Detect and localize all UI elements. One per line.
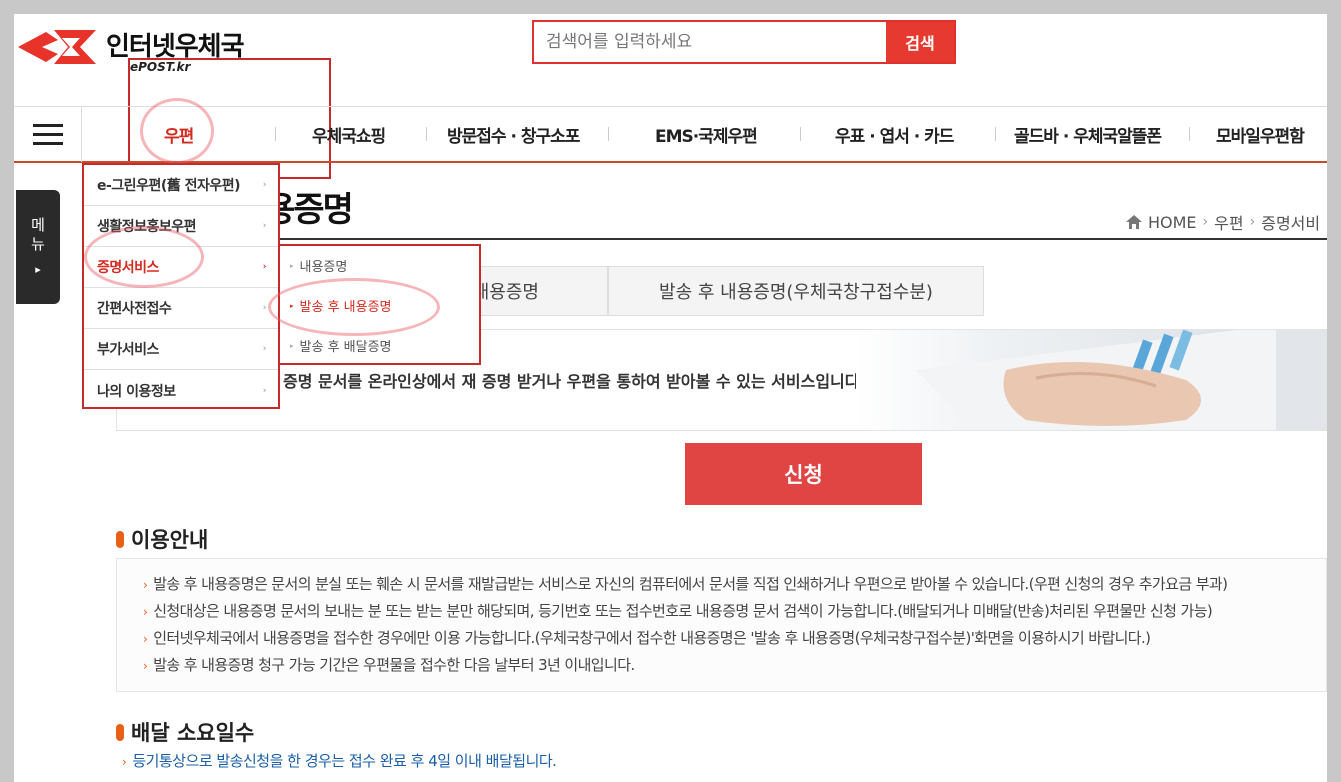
home-icon [1126, 215, 1142, 229]
nav-item-ems[interactable]: EMS·국제우편 [655, 107, 758, 162]
bullet-icon: ▸ [290, 261, 294, 270]
chevron-right-icon: › [262, 303, 267, 313]
bullet-icon: ▸ [290, 341, 294, 350]
epost-logo-icon [18, 30, 96, 64]
breadcrumb-cert[interactable]: 증명서비 [1261, 210, 1320, 234]
cert-submenu: ▸ 내용증명 ▸ 발송 후 내용증명 ▸ 발송 후 배달증명 [278, 244, 481, 365]
submenu-item-post-send-cert[interactable]: ▸ 발송 후 내용증명 [280, 286, 479, 325]
list-item: › 발송 후 내용증명은 문서의 분실 또는 훼손 시 문서를 재발급받는 서비스… [143, 575, 1228, 593]
apply-button[interactable]: 신청 [685, 443, 922, 505]
side-menu-tab[interactable]: 메 뉴 ▸ [16, 190, 60, 304]
dropdown-item-pre-register[interactable]: 간편사전접수 › [84, 288, 278, 329]
chevron-right-icon: › [262, 221, 267, 231]
chevron-right-icon: › [262, 180, 267, 190]
breadcrumb-post[interactable]: 우편 [1214, 210, 1243, 234]
breadcrumb: HOME › 우편 › 증명서비 [1126, 210, 1320, 234]
chevron-right-icon: › [262, 344, 267, 354]
bullet-icon: ▸ [290, 301, 294, 310]
site-logo[interactable]: 인터넷우체국 ePOST.kr [18, 22, 331, 179]
hamburger-icon [32, 121, 63, 148]
page: 인터넷우체국 ePOST.kr 검색 우편 우체국쇼핑 방문접수 · 창구소포 … [14, 14, 1327, 782]
chevron-right-icon: › [262, 262, 267, 272]
main-nav: 우편 우체국쇼핑 방문접수 · 창구소포 EMS·국제우편 우표 · 엽서 · … [14, 106, 1327, 163]
submenu-item-content-cert[interactable]: ▸ 내용증명 [280, 246, 479, 285]
nav-item-goldbar[interactable]: 골드바 · 우체국알뜰폰 [1014, 107, 1162, 162]
search-button[interactable]: 검색 [886, 22, 954, 62]
guide-list: › 발송 후 내용증명은 문서의 분실 또는 훼손 시 문서를 재발급받는 서비스… [116, 558, 1327, 692]
search-input[interactable] [534, 22, 886, 62]
bullet-icon: › [143, 632, 148, 646]
submenu-item-delivery-cert[interactable]: ▸ 발송 후 배달증명 [280, 326, 479, 365]
guide-heading: 이용안내 [116, 524, 208, 554]
bullet-icon: › [122, 755, 127, 769]
bullet-icon: › [143, 659, 148, 673]
arrow-right-icon: ▸ [35, 262, 41, 276]
dropdown-item-egreen[interactable]: e-그린우편(舊 전자우편) › [84, 165, 278, 206]
dropdown-item-cert-service[interactable]: 증명서비스 › [84, 247, 278, 288]
dropdown-item-info-mail[interactable]: 생활정보홍보우편 › [84, 206, 278, 247]
post-dropdown-menu: e-그린우편(舊 전자우편) › 생활정보홍보우편 › 증명서비스 › 간편사전접수 ›… [82, 163, 280, 409]
nav-item-mobile[interactable]: 모바일우편함 [1216, 107, 1305, 162]
nav-item-stamps[interactable]: 우표 · 엽서 · 카드 [835, 107, 954, 162]
dropdown-item-my-info[interactable]: 나의 이용정보 › [84, 370, 278, 411]
nav-item-shopping[interactable]: 우체국쇼핑 [312, 107, 386, 162]
bullet-icon: › [143, 578, 148, 592]
search-box: 검색 [532, 20, 956, 64]
delivery-text: › 등기통상으로 발송신청을 한 경우는 접수 완료 후 4일 이내 배달됩니다. [122, 752, 557, 770]
chevron-right-icon: › [262, 385, 267, 396]
heading-bullet-icon [116, 723, 124, 741]
nav-item-visit-pickup[interactable]: 방문접수 · 창구소포 [447, 107, 580, 162]
list-item: › 발송 후 내용증명 청구 가능 기간은 우편물을 접수한 다음 날부터 3년 … [143, 656, 635, 674]
heading-bullet-icon [116, 530, 124, 548]
bullet-icon: › [143, 605, 148, 619]
dropdown-item-extra-service[interactable]: 부가서비스 › [84, 329, 278, 370]
breadcrumb-home[interactable]: HOME [1148, 213, 1197, 232]
chevron-right-icon: › [1202, 214, 1209, 230]
banner-image [856, 330, 1326, 430]
nav-item-post[interactable]: 우편 [164, 107, 194, 162]
chevron-right-icon: › [1249, 214, 1256, 230]
tab-counter-cert[interactable]: 발송 후 내용증명(우체국창구접수분) [608, 266, 984, 316]
menu-button[interactable] [14, 107, 82, 162]
banner-text: 증명 문서를 온라인상에서 재 증명 받거나 우편을 통하여 받아볼 수 있는 … [283, 372, 866, 391]
title-divider [264, 238, 1327, 240]
delivery-heading: 배달 소요일수 [116, 717, 254, 747]
list-item: › 신청대상은 내용증명 문서의 보내는 분 또는 받는 분만 해당되며, 등기번… [143, 602, 1213, 620]
list-item: › 인터넷우체국에서 내용증명을 접수한 경우에만 이용 가능합니다.(우체국창구… [143, 629, 1151, 647]
